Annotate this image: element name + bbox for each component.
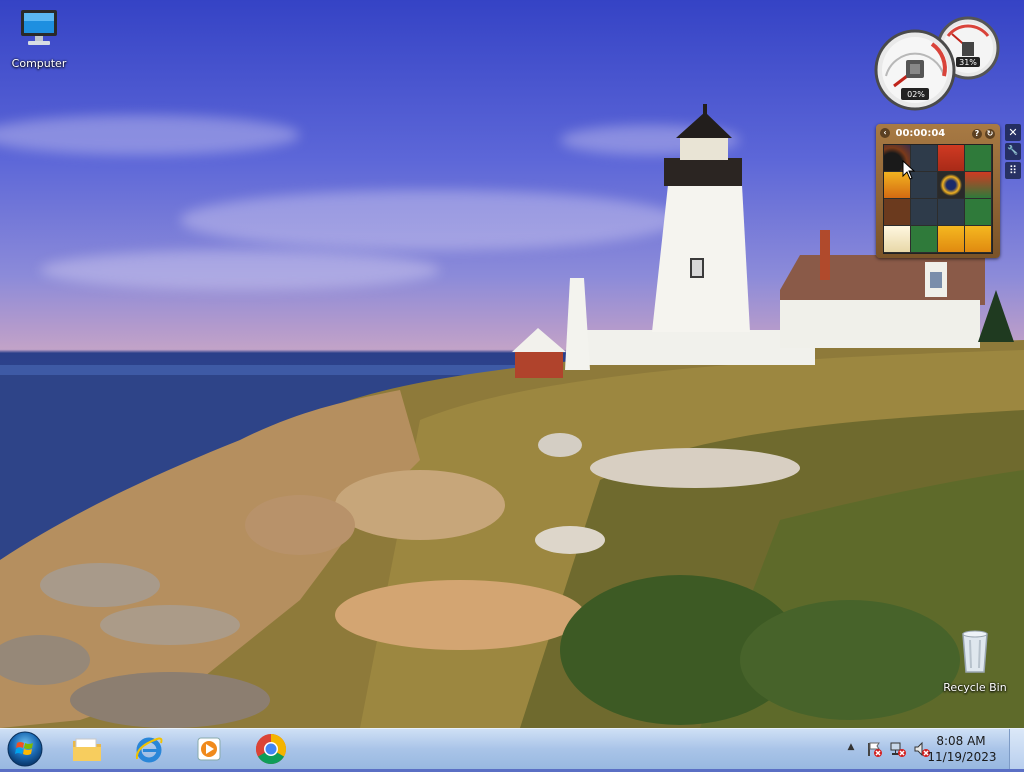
clock-date[interactable]: 11/19/2023 xyxy=(922,750,1002,764)
puzzle-header: ‹ 00:00:04 ? ↻ xyxy=(880,127,996,141)
ie-icon xyxy=(135,737,163,763)
clock-time[interactable]: 8:08 AM xyxy=(926,734,996,748)
puzzle-help-icon[interactable]: ? xyxy=(972,129,982,139)
puzzle-tile[interactable] xyxy=(938,226,964,252)
desktop-icon-label: Recycle Bin xyxy=(943,681,1007,694)
taskbar-media-player-button[interactable] xyxy=(182,732,236,766)
desktop[interactable]: Computer Recycle Bin 02% 31% ‹ 00:00:04 … xyxy=(0,0,1024,728)
puzzle-grid xyxy=(883,144,993,254)
tray-overflow-arrow[interactable]: ▲ xyxy=(845,742,857,754)
puzzle-back-icon[interactable]: ‹ xyxy=(880,128,890,138)
puzzle-tile[interactable] xyxy=(911,199,937,225)
folder-icon xyxy=(73,738,101,761)
taskbar-chrome-button[interactable] xyxy=(244,732,298,766)
puzzle-tile[interactable] xyxy=(884,199,910,225)
puzzle-tile[interactable] xyxy=(938,145,964,171)
puzzle-tile[interactable] xyxy=(938,172,964,198)
mouse-cursor-icon xyxy=(902,160,916,180)
network-icon[interactable] xyxy=(890,741,906,757)
chrome-icon xyxy=(255,734,287,765)
wallpaper-landscape xyxy=(0,104,1024,728)
puzzle-timer: 00:00:04 xyxy=(895,128,946,139)
gadget-drag-handle[interactable]: ⠿ xyxy=(1005,162,1021,179)
action-center-flag-icon[interactable] xyxy=(866,741,882,757)
puzzle-tile[interactable] xyxy=(884,226,910,252)
taskbar-explorer-button[interactable] xyxy=(60,732,114,766)
puzzle-tile[interactable] xyxy=(938,199,964,225)
cpu-percent-text: 02% xyxy=(907,90,925,99)
media-player-icon xyxy=(197,737,221,761)
desktop-icon-label: Computer xyxy=(11,57,67,70)
memory-percent-text: 31% xyxy=(959,58,977,67)
desktop-icon-computer[interactable]: Computer xyxy=(2,8,76,70)
recycle-bin-icon xyxy=(962,630,988,673)
computer-icon xyxy=(21,10,57,45)
taskbar: ▲ 8:08 AM 11/19/2023 xyxy=(0,728,1024,769)
windows-logo-icon xyxy=(7,731,43,767)
start-button[interactable] xyxy=(6,730,44,768)
puzzle-tile[interactable] xyxy=(965,226,991,252)
taskbar-ie-button[interactable] xyxy=(122,732,176,766)
picture-puzzle-gadget[interactable]: ‹ 00:00:04 ? ↻ xyxy=(876,124,1000,258)
gadget-options-button[interactable]: 🔧 xyxy=(1005,143,1021,160)
gadget-controls: ✕ 🔧 ⠿ xyxy=(1005,124,1021,184)
puzzle-shuffle-icon[interactable]: ↻ xyxy=(985,129,995,139)
show-desktop-button[interactable] xyxy=(1009,729,1024,769)
gadget-close-button[interactable]: ✕ xyxy=(1005,124,1021,141)
desktop-icon-recycle-bin[interactable]: Recycle Bin xyxy=(938,628,1012,694)
puzzle-tile[interactable] xyxy=(965,145,991,171)
puzzle-tile[interactable] xyxy=(911,226,937,252)
cpu-meter-gadget[interactable]: 02% 31% xyxy=(872,14,1004,112)
cpu-meter-dials xyxy=(874,16,1000,111)
puzzle-tile[interactable] xyxy=(965,172,991,198)
puzzle-tile[interactable] xyxy=(965,199,991,225)
